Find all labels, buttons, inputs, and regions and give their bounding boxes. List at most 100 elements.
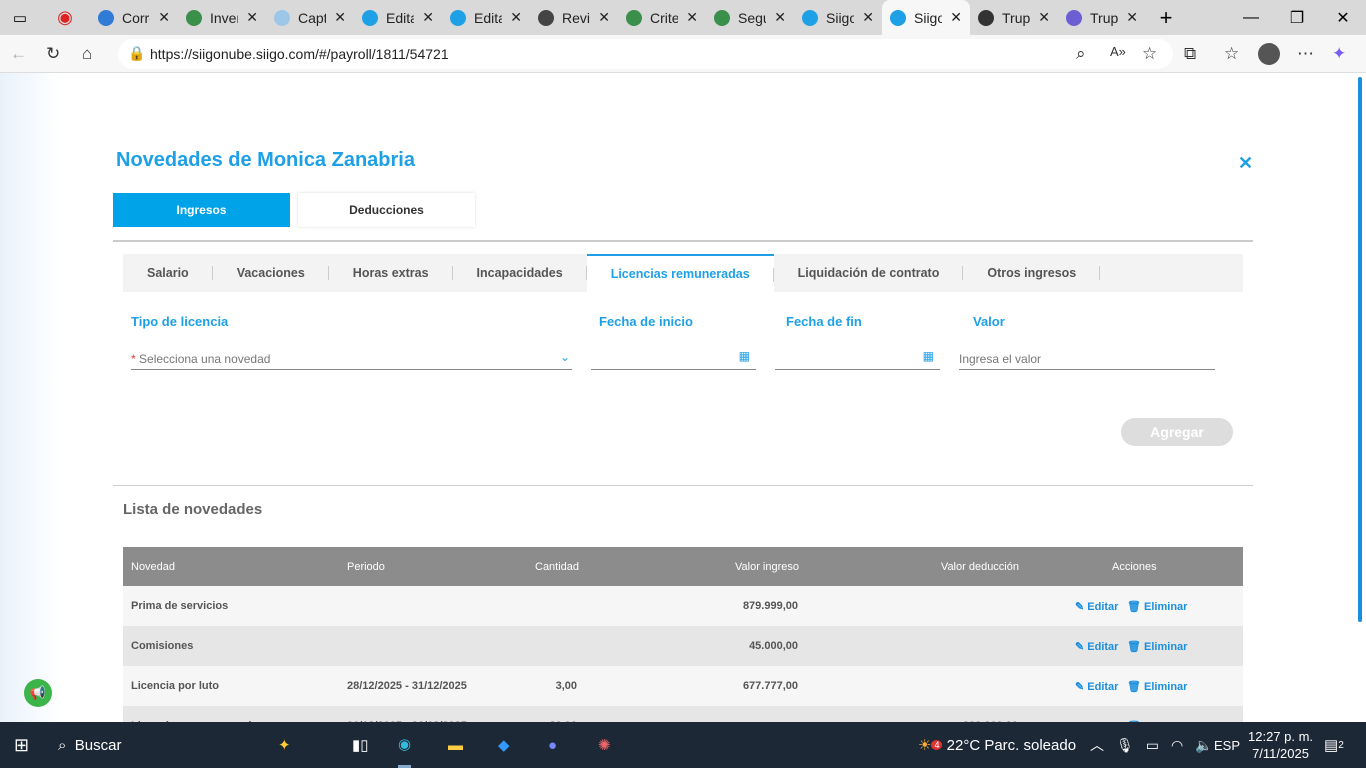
tab-horas-extras[interactable]: Horas extras [329, 254, 453, 292]
read-aloud-icon[interactable]: A» [1110, 44, 1126, 59]
close-tab-icon[interactable]: ✕ [422, 9, 434, 26]
close-tab-icon[interactable]: ✕ [1038, 9, 1050, 26]
browser-tab[interactable]: Captura ✕ [266, 0, 354, 35]
tab-favicon-icon [362, 9, 378, 26]
browser-tab[interactable]: Inventario ✕ [178, 0, 266, 35]
edit-button[interactable]: ✎ Editar [1075, 680, 1118, 693]
tab-favicon-icon [890, 9, 906, 26]
close-icon[interactable]: ✕ [1238, 153, 1253, 174]
close-tab-icon[interactable]: ✕ [1126, 9, 1138, 26]
valor-placeholder: Ingresa el valor [959, 352, 1042, 366]
valor-input[interactable]: Ingresa el valor [959, 346, 1215, 370]
edit-button[interactable]: ✎ Editar [1075, 640, 1118, 653]
refresh-icon[interactable]: ↻ [46, 44, 60, 64]
close-tab-icon[interactable]: ✕ [158, 9, 170, 26]
browser-tab[interactable]: Seguimiento ✕ [706, 0, 794, 35]
calendar-icon[interactable]: ▦ [739, 349, 750, 363]
calendar-icon[interactable]: ▦ [923, 349, 934, 363]
edge-icon[interactable]: ◉ [398, 722, 412, 768]
close-tab-icon[interactable]: ✕ [950, 9, 962, 26]
close-tab-icon[interactable]: ✕ [334, 9, 346, 26]
agregar-button[interactable]: Agregar [1121, 418, 1233, 446]
tab-vacaciones[interactable]: Vacaciones [213, 254, 329, 292]
tab-label: Siigo [826, 9, 855, 26]
novedades-table: Novedad Periodo Cantidad Valor ingreso Valor… [123, 547, 1243, 722]
fecha-inicio-input[interactable]: ▦ [591, 346, 756, 370]
more-icon[interactable]: ⋯ [1297, 44, 1314, 64]
tab-label: Siigo [914, 9, 943, 26]
deducciones-button[interactable]: Deducciones [298, 193, 475, 227]
clock[interactable]: 12:27 p. m. 7/11/2025 [1248, 722, 1313, 768]
browser-tab[interactable]: Revisar ✕ [530, 0, 618, 35]
app-icon[interactable]: ✺ [598, 722, 611, 768]
scrollbar[interactable] [1358, 77, 1362, 622]
new-tab-button[interactable]: + [1146, 5, 1186, 31]
browser-tab[interactable]: Siigo ✕ [794, 0, 882, 35]
close-tab-icon[interactable]: ✕ [774, 9, 786, 26]
tab-otros-ingresos[interactable]: Otros ingresos [963, 254, 1101, 292]
language-indicator[interactable]: ESP [1214, 722, 1240, 768]
tab-licencias-remuneradas[interactable]: Licencias remuneradas [586, 254, 774, 292]
fecha-fin-input[interactable]: ▦ [775, 346, 940, 370]
search-box[interactable]: ⌕ Buscar [58, 722, 121, 768]
microphone-icon[interactable]: 🎙 [1116, 737, 1134, 754]
weather-widget[interactable]: ☀ 4 22°C Parc. soleado [918, 722, 1076, 768]
close-tab-icon[interactable]: ✕ [862, 9, 874, 26]
volume-icon[interactable]: 🔈 [1195, 737, 1212, 754]
close-tab-icon[interactable]: ✕ [598, 9, 610, 26]
close-window-button[interactable]: ✕ [1320, 0, 1366, 35]
modal-title: Novedades de Monica Zanabria [116, 149, 415, 171]
delete-label: Eliminar [1144, 641, 1188, 653]
required-mark: * [131, 352, 136, 366]
tab-actions-icon[interactable]: ▭ [0, 9, 40, 27]
notifications-icon[interactable]: ▤ 2 [1324, 722, 1344, 768]
url-input[interactable]: 🔒 https://siigonube.siigo.com/#/payroll/1… [118, 39, 1173, 69]
tab-label: Inventario [210, 9, 238, 26]
date: 7/11/2025 [1252, 746, 1309, 761]
delete-button[interactable]: 🗑 Eliminar [1127, 640, 1187, 653]
minimize-button[interactable]: — [1228, 0, 1274, 35]
wifi-icon[interactable]: ◠ [1171, 737, 1183, 754]
tab-incapacidades[interactable]: Incapacidades [453, 254, 587, 292]
delete-button[interactable]: 🗑 Eliminar [1127, 600, 1187, 613]
close-tab-icon[interactable]: ✕ [246, 9, 258, 26]
start-icon[interactable]: ⊞ [14, 722, 29, 768]
record-icon[interactable]: ◉ [40, 7, 90, 28]
avatar[interactable] [1258, 43, 1280, 65]
maximize-button[interactable]: ❐ [1274, 0, 1320, 35]
chevron-up-icon[interactable]: ︿ [1090, 735, 1104, 755]
app-icon[interactable]: ◆ [498, 722, 510, 768]
valor-label: Valor [973, 314, 1005, 329]
browser-tab[interactable]: Editar ✕ [442, 0, 530, 35]
battery-icon[interactable]: ▭ [1146, 737, 1159, 754]
favorite-icon[interactable]: ☆ [1142, 44, 1157, 64]
tab-label: Trupe [1002, 9, 1031, 26]
file-explorer-icon[interactable]: ▬ [448, 722, 463, 768]
announcement-icon[interactable]: 📢 [24, 679, 52, 707]
tab-salario[interactable]: Salario [123, 254, 213, 292]
favorites-icon[interactable]: ☆ [1224, 44, 1239, 64]
tab-liquidaci-n-de-contrato[interactable]: Liquidación de contrato [774, 254, 964, 292]
browser-tab[interactable]: Siigo ✕ [882, 0, 970, 35]
delete-button[interactable]: 🗑 Eliminar [1127, 680, 1187, 693]
zoom-icon[interactable]: ⌕ [1076, 44, 1086, 64]
browser-tab[interactable]: Trupe ✕ [970, 0, 1058, 35]
task-view-icon[interactable]: ▮▯ [352, 722, 369, 768]
home-icon[interactable]: ⌂ [82, 44, 92, 64]
browser-tab[interactable]: Trupe ✕ [1058, 0, 1146, 35]
close-tab-icon[interactable]: ✕ [686, 9, 698, 26]
tipo-select[interactable]: * Selecciona una novedad ⌄ [131, 346, 572, 370]
tab-favicon-icon [626, 9, 642, 26]
close-tab-icon[interactable]: ✕ [510, 9, 522, 26]
teams-icon[interactable]: ● [548, 722, 557, 768]
browser-tab[interactable]: Editar ✕ [354, 0, 442, 35]
cell-novedad: Comisiones [131, 640, 194, 652]
browser-tab[interactable]: Correo ✕ [90, 0, 178, 35]
ingresos-button[interactable]: Ingresos [113, 193, 290, 227]
browser-tab[interactable]: Criterios ✕ [618, 0, 706, 35]
copilot-icon[interactable]: ✦ [1332, 44, 1346, 64]
back-icon[interactable]: ← [10, 44, 27, 64]
extensions-icon[interactable]: ⧉ [1184, 44, 1196, 64]
edit-button[interactable]: ✎ Editar [1075, 600, 1118, 613]
tab-label: Editar [474, 9, 503, 26]
